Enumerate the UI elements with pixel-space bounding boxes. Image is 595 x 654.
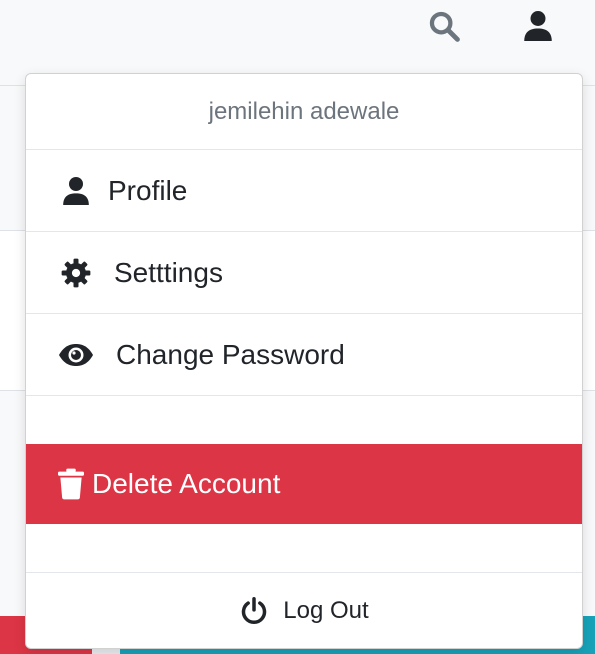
menu-item-label: Profile [108,174,188,206]
delete-account-button[interactable]: Delete Account [26,444,582,524]
dropdown-spacer [26,396,582,444]
user-icon [58,173,94,209]
logout-label: Log Out [283,597,369,624]
delete-account-label: Delete Account [92,468,281,499]
dropdown-spacer [26,524,582,573]
search-icon [427,9,461,48]
menu-item-label: Setttings [114,256,223,288]
power-icon [239,596,269,626]
menu-item-settings[interactable]: Setttings [26,232,582,314]
trash-icon [58,466,86,502]
logout-button[interactable]: Log Out [26,573,582,648]
search-button[interactable] [424,8,464,48]
eye-icon [58,337,94,373]
dropdown-username: jemilehin adewale [26,74,582,150]
user-menu-toggle[interactable] [518,8,558,48]
menu-item-change-password[interactable]: Change Password [26,314,582,396]
menu-item-label: Change Password [116,338,345,370]
user-dropdown-menu: jemilehin adewale Profile Setttings Chan… [25,73,583,649]
user-icon [523,9,553,48]
gear-icon [58,255,94,291]
menu-item-profile[interactable]: Profile [26,150,582,232]
